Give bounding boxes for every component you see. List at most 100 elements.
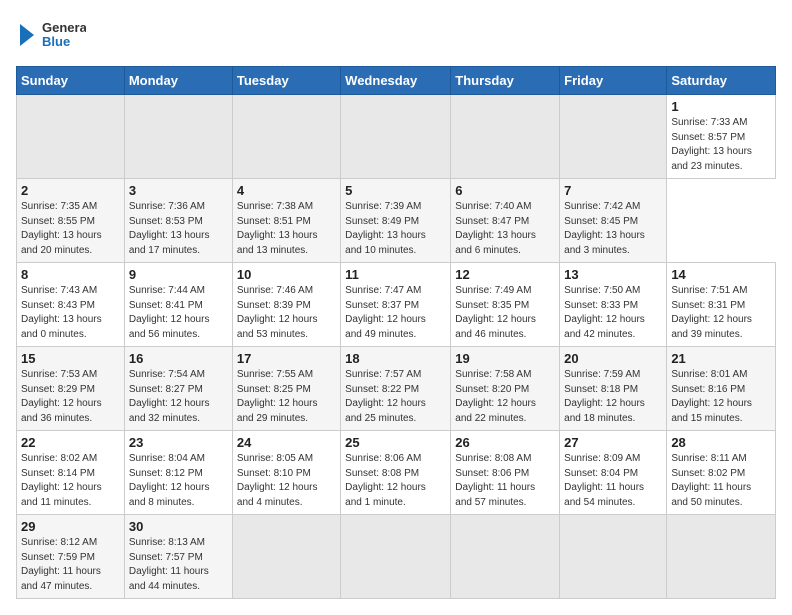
calendar-week-2: 2 Sunrise: 7:35 AMSunset: 8:55 PMDaylight… (17, 179, 776, 263)
day-number: 3 (129, 183, 228, 198)
calendar-day: 23 Sunrise: 8:04 AMSunset: 8:12 PMDayligh… (124, 431, 232, 515)
day-detail: Sunrise: 7:47 AMSunset: 8:37 PMDaylight:… (345, 285, 426, 340)
calendar-day: 14 Sunrise: 7:51 AMSunset: 8:31 PMDayligh… (667, 263, 776, 347)
calendar-day: 30 Sunrise: 8:13 AMSunset: 7:57 PMDayligh… (124, 515, 232, 599)
logo: General Blue (16, 16, 86, 54)
calendar-day: 21 Sunrise: 8:01 AMSunset: 8:16 PMDayligh… (667, 347, 776, 431)
calendar-day: 15 Sunrise: 7:53 AMSunset: 8:29 PMDayligh… (17, 347, 125, 431)
day-detail: Sunrise: 8:01 AMSunset: 8:16 PMDaylight:… (671, 369, 752, 424)
day-detail: Sunrise: 7:50 AMSunset: 8:33 PMDaylight:… (564, 285, 645, 340)
calendar-day: 4Sunrise: 7:38 AMSunset: 8:51 PMDaylight… (232, 179, 340, 263)
empty-cell (451, 95, 560, 179)
calendar-day: 1 Sunrise: 7:33 AMSunset: 8:57 PMDaylight… (667, 95, 776, 179)
calendar-day: 13 Sunrise: 7:50 AMSunset: 8:33 PMDayligh… (560, 263, 667, 347)
day-number: 8 (21, 267, 120, 282)
day-detail: Sunrise: 8:06 AMSunset: 8:08 PMDaylight:… (345, 453, 426, 508)
day-detail: Sunrise: 7:36 AMSunset: 8:53 PMDaylight:… (129, 201, 210, 256)
col-header-thursday: Thursday (451, 67, 560, 95)
day-detail: Sunrise: 7:44 AMSunset: 8:41 PMDaylight:… (129, 285, 210, 340)
day-number: 20 (564, 351, 662, 366)
calendar-day: 20 Sunrise: 7:59 AMSunset: 8:18 PMDayligh… (560, 347, 667, 431)
day-number: 10 (237, 267, 336, 282)
calendar-week-6: 29 Sunrise: 8:12 AMSunset: 7:59 PMDayligh… (17, 515, 776, 599)
empty-cell (341, 95, 451, 179)
day-detail: Sunrise: 7:38 AMSunset: 8:51 PMDaylight:… (237, 201, 318, 256)
day-detail: Sunrise: 8:13 AMSunset: 7:57 PMDaylight:… (129, 537, 209, 592)
calendar-day: 12Sunrise: 7:49 AMSunset: 8:35 PMDayligh… (451, 263, 560, 347)
day-detail: Sunrise: 8:04 AMSunset: 8:12 PMDaylight:… (129, 453, 210, 508)
day-detail: Sunrise: 7:43 AMSunset: 8:43 PMDaylight:… (21, 285, 102, 340)
calendar-week-3: 8 Sunrise: 7:43 AMSunset: 8:43 PMDaylight… (17, 263, 776, 347)
calendar-day: 22Sunrise: 8:02 AMSunset: 8:14 PMDayligh… (17, 431, 125, 515)
day-number: 13 (564, 267, 662, 282)
calendar-day: 19 Sunrise: 7:58 AMSunset: 8:20 PMDayligh… (451, 347, 560, 431)
calendar-day: 25 Sunrise: 8:06 AMSunset: 8:08 PMDayligh… (341, 431, 451, 515)
day-number: 17 (237, 351, 336, 366)
day-detail: Sunrise: 7:54 AMSunset: 8:27 PMDaylight:… (129, 369, 210, 424)
empty-cell (124, 95, 232, 179)
day-detail: Sunrise: 7:42 AMSunset: 8:45 PMDaylight:… (564, 201, 645, 256)
day-detail: Sunrise: 7:57 AMSunset: 8:22 PMDaylight:… (345, 369, 426, 424)
calendar-day: 6 Sunrise: 7:40 AMSunset: 8:47 PMDaylight… (451, 179, 560, 263)
day-number: 21 (671, 351, 771, 366)
day-detail: Sunrise: 7:59 AMSunset: 8:18 PMDaylight:… (564, 369, 645, 424)
calendar-day: 28 Sunrise: 8:11 AMSunset: 8:02 PMDayligh… (667, 431, 776, 515)
col-header-tuesday: Tuesday (232, 67, 340, 95)
day-detail: Sunrise: 8:05 AMSunset: 8:10 PMDaylight:… (237, 453, 318, 508)
day-number: 9 (129, 267, 228, 282)
col-header-monday: Monday (124, 67, 232, 95)
day-number: 6 (455, 183, 555, 198)
day-number: 24 (237, 435, 336, 450)
calendar-day: 2 Sunrise: 7:35 AMSunset: 8:55 PMDaylight… (17, 179, 125, 263)
day-detail: Sunrise: 7:35 AMSunset: 8:55 PMDaylight:… (21, 201, 102, 256)
day-detail: Sunrise: 7:53 AMSunset: 8:29 PMDaylight:… (21, 369, 102, 424)
calendar-day (667, 515, 776, 599)
col-header-wednesday: Wednesday (341, 67, 451, 95)
calendar-day: 10Sunrise: 7:46 AMSunset: 8:39 PMDayligh… (232, 263, 340, 347)
day-detail: Sunrise: 7:55 AMSunset: 8:25 PMDaylight:… (237, 369, 318, 424)
calendar-week-4: 15 Sunrise: 7:53 AMSunset: 8:29 PMDayligh… (17, 347, 776, 431)
calendar-day (232, 515, 340, 599)
calendar-day: 27Sunrise: 8:09 AMSunset: 8:04 PMDayligh… (560, 431, 667, 515)
empty-cell (232, 95, 340, 179)
day-number: 19 (455, 351, 555, 366)
day-number: 15 (21, 351, 120, 366)
day-number: 27 (564, 435, 662, 450)
day-detail: Sunrise: 7:33 AMSunset: 8:57 PMDaylight:… (671, 117, 752, 172)
day-detail: Sunrise: 8:11 AMSunset: 8:02 PMDaylight:… (671, 453, 751, 508)
calendar-table: SundayMondayTuesdayWednesdayThursdayFrid… (16, 66, 776, 599)
calendar-day: 17 Sunrise: 7:55 AMSunset: 8:25 PMDayligh… (232, 347, 340, 431)
col-header-friday: Friday (560, 67, 667, 95)
day-number: 14 (671, 267, 771, 282)
calendar-day (560, 515, 667, 599)
day-number: 16 (129, 351, 228, 366)
empty-cell (560, 95, 667, 179)
day-number: 12 (455, 267, 555, 282)
day-number: 11 (345, 267, 446, 282)
page-header: General Blue (16, 16, 776, 54)
day-number: 28 (671, 435, 771, 450)
logo-svg: General Blue (16, 16, 86, 54)
calendar-day (341, 515, 451, 599)
day-number: 2 (21, 183, 120, 198)
day-number: 30 (129, 519, 228, 534)
day-number: 1 (671, 99, 771, 114)
day-detail: Sunrise: 7:51 AMSunset: 8:31 PMDaylight:… (671, 285, 752, 340)
day-number: 18 (345, 351, 446, 366)
col-header-saturday: Saturday (667, 67, 776, 95)
calendar-day: 26Sunrise: 8:08 AMSunset: 8:06 PMDayligh… (451, 431, 560, 515)
day-number: 29 (21, 519, 120, 534)
day-detail: Sunrise: 8:02 AMSunset: 8:14 PMDaylight:… (21, 453, 102, 508)
svg-text:General: General (42, 20, 86, 35)
day-detail: Sunrise: 7:40 AMSunset: 8:47 PMDaylight:… (455, 201, 536, 256)
calendar-day: 3 Sunrise: 7:36 AMSunset: 8:53 PMDaylight… (124, 179, 232, 263)
calendar-day: 29 Sunrise: 8:12 AMSunset: 7:59 PMDayligh… (17, 515, 125, 599)
day-number: 5 (345, 183, 446, 198)
calendar-day: 16 Sunrise: 7:54 AMSunset: 8:27 PMDayligh… (124, 347, 232, 431)
calendar-week-5: 22Sunrise: 8:02 AMSunset: 8:14 PMDayligh… (17, 431, 776, 515)
day-number: 23 (129, 435, 228, 450)
col-header-sunday: Sunday (17, 67, 125, 95)
day-detail: Sunrise: 8:12 AMSunset: 7:59 PMDaylight:… (21, 537, 101, 592)
day-detail: Sunrise: 7:58 AMSunset: 8:20 PMDaylight:… (455, 369, 536, 424)
day-number: 25 (345, 435, 446, 450)
